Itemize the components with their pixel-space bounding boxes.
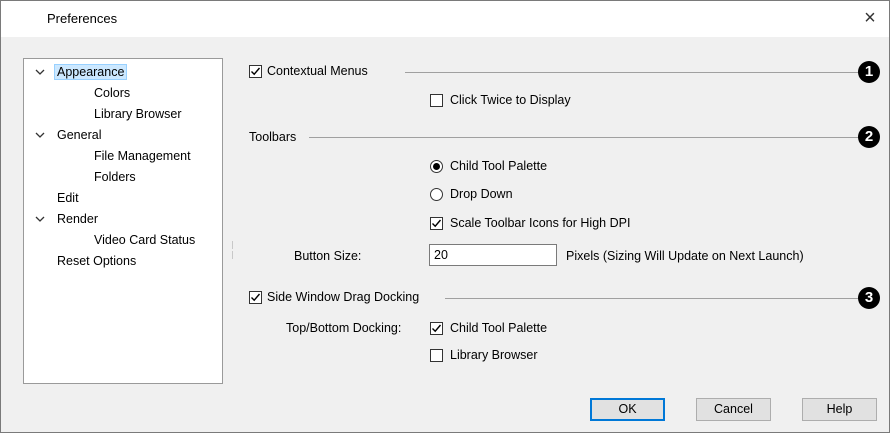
callout-badge: 1 [858,61,880,83]
splitter-grip[interactable] [231,239,234,269]
preferences-dialog: Preferences × Appearance Colors Library … [0,0,890,433]
drop-down-radio-label: Drop Down [450,187,513,201]
ok-button[interactable]: OK [590,398,665,421]
tree-item-label: Library Browser [94,107,182,121]
tree-item-reset-options[interactable]: Reset Options [54,252,139,270]
tree-item-label: Folders [94,170,136,184]
side-window-docking-label: Side Window Drag Docking [267,290,420,304]
tree-item-render[interactable]: Render [35,210,101,228]
drop-down-radio[interactable] [430,188,443,201]
contextual-menus-checkbox[interactable] [249,65,262,78]
tree-item-label: Reset Options [57,254,137,268]
chevron-down-icon[interactable] [33,63,47,81]
title-bar: Preferences × [1,1,889,37]
top-bottom-docking-label: Top/Bottom Docking: [286,321,402,335]
button-size-input[interactable]: 20 [429,244,557,266]
tree-item-general[interactable]: General [35,126,104,144]
tree-item-label: Colors [94,86,131,100]
tree-item-label: General [57,128,102,142]
callout-badge: 3 [858,287,880,309]
dialog-title: Preferences [47,11,118,26]
chevron-down-icon[interactable] [33,126,47,144]
scale-toolbar-icons-label: Scale Toolbar Icons for High DPI [450,216,631,230]
section-divider [309,137,860,138]
docking-child-palette-label: Child Tool Palette [450,321,548,335]
tree-item-label: Appearance [54,64,128,80]
docking-library-browser-label: Library Browser [450,348,538,362]
click-twice-label: Click Twice to Display [450,93,571,107]
side-window-docking-checkbox[interactable] [249,291,262,304]
tree-item-folders[interactable]: Folders [91,168,139,186]
section-divider [445,298,860,299]
cancel-button[interactable]: Cancel [696,398,771,421]
tree-item-library-browser[interactable]: Library Browser [91,105,185,123]
tree-item-label: Video Card Status [94,233,196,247]
click-twice-checkbox[interactable] [430,94,443,107]
child-tool-palette-radio-label: Child Tool Palette [450,159,548,173]
tree-item-label: Render [57,212,98,226]
tree-item-video-card-status[interactable]: Video Card Status [91,231,198,249]
tree-item-edit[interactable]: Edit [54,189,82,207]
button-size-label: Button Size: [294,249,362,263]
chevron-down-icon[interactable] [33,210,47,228]
checkmark-icon [432,219,442,228]
section-divider [405,72,860,73]
help-button[interactable]: Help [802,398,877,421]
checkmark-icon [432,324,442,333]
checkmark-icon [251,293,261,302]
checkmark-icon [251,67,261,76]
category-tree[interactable]: Appearance Colors Library Browser Genera… [23,58,223,384]
docking-child-palette-checkbox[interactable] [430,322,443,335]
close-icon[interactable]: × [859,7,881,29]
tree-item-colors[interactable]: Colors [91,84,133,102]
contextual-menus-label: Contextual Menus [267,64,368,78]
tree-item-label: File Management [94,149,191,163]
scale-toolbar-icons-checkbox[interactable] [430,217,443,230]
tree-item-label: Edit [57,191,79,205]
tree-item-file-management[interactable]: File Management [91,147,194,165]
child-tool-palette-radio[interactable] [430,160,443,173]
tree-item-appearance[interactable]: Appearance [35,63,128,81]
button-size-note: Pixels (Sizing Will Update on Next Launc… [566,249,804,263]
docking-library-browser-checkbox[interactable] [430,349,443,362]
callout-badge: 2 [858,126,880,148]
toolbars-heading: Toolbars [249,130,297,144]
